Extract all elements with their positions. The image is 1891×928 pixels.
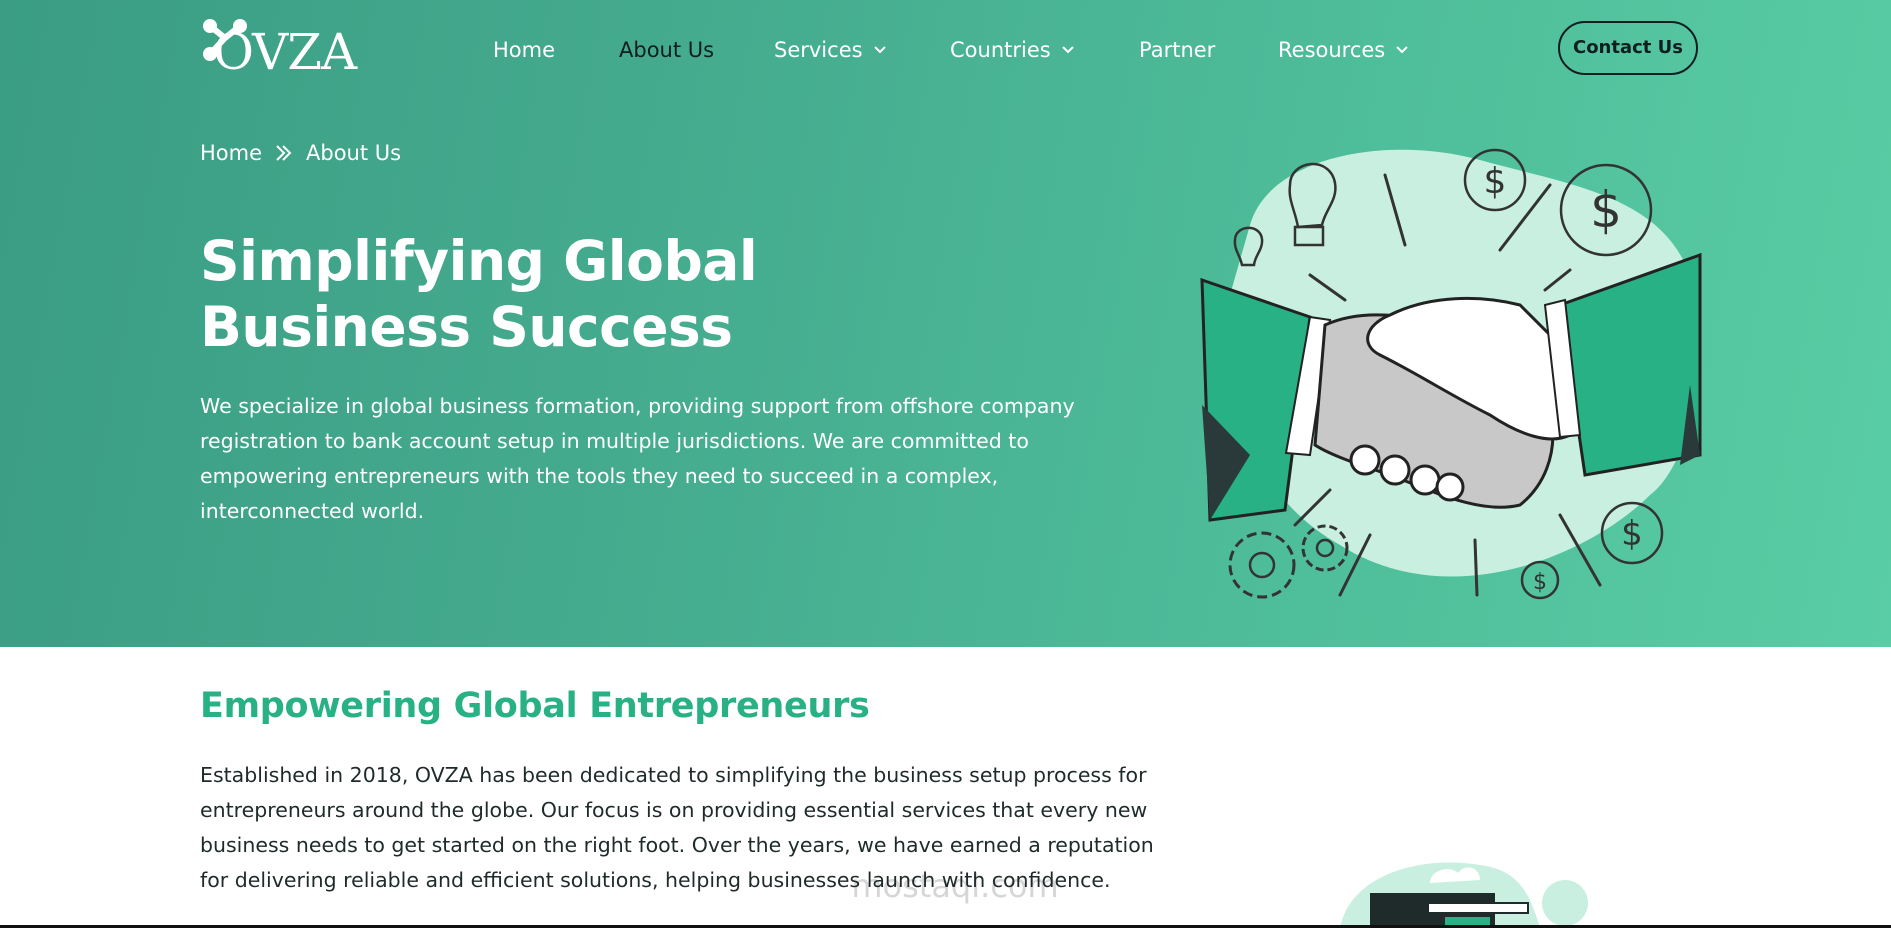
contact-us-button[interactable]: Contact Us (1558, 21, 1698, 75)
nav-item-resources[interactable]: Resources (1278, 30, 1409, 70)
svg-text:$: $ (1533, 570, 1547, 595)
chevron-down-icon (1061, 46, 1074, 54)
nav-label: Resources (1278, 38, 1386, 62)
title-line-1: Simplifying Global (200, 229, 758, 293)
nav-item-home[interactable]: Home (493, 30, 555, 70)
chevron-down-icon (873, 46, 886, 54)
office-illustration (1340, 862, 1588, 928)
section-title: Empowering Global Entrepreneurs (200, 686, 870, 726)
breadcrumb: Home About Us (200, 138, 401, 168)
page-title: Simplifying Global Business Success (200, 228, 900, 360)
breadcrumb-home[interactable]: Home (200, 141, 262, 165)
nav-label: Services (774, 38, 863, 62)
nav-label: About Us (619, 38, 715, 62)
title-line-2: Business Success (200, 295, 733, 359)
handshake-illustration: $ $ $ $ (1200, 148, 1702, 600)
nav-item-about-us[interactable]: About Us (619, 30, 714, 70)
nav-label: Home (493, 38, 556, 62)
svg-text:$: $ (1621, 514, 1643, 554)
nav-label: Countries (950, 38, 1051, 62)
nav-item-services[interactable]: Services (774, 30, 887, 70)
svg-text:$: $ (1590, 181, 1622, 239)
hero-section: OVZA Home About Us Services Countries Pa… (0, 0, 1891, 647)
breadcrumb-current: About Us (306, 141, 402, 165)
watermark-text: mostaql.com (851, 867, 1058, 905)
logo-text: OVZA (213, 23, 357, 81)
svg-text:$: $ (1484, 161, 1507, 202)
hero-description: We specialize in global business formati… (200, 394, 1075, 523)
chevron-down-icon (1396, 46, 1408, 54)
nav-item-countries[interactable]: Countries (950, 30, 1075, 70)
nav-item-partner[interactable]: Partner (1139, 30, 1215, 70)
double-chevron-right-icon (276, 145, 292, 161)
nav-label: Partner (1139, 38, 1216, 62)
watermark-logo: mostaql.com (851, 867, 1058, 905)
